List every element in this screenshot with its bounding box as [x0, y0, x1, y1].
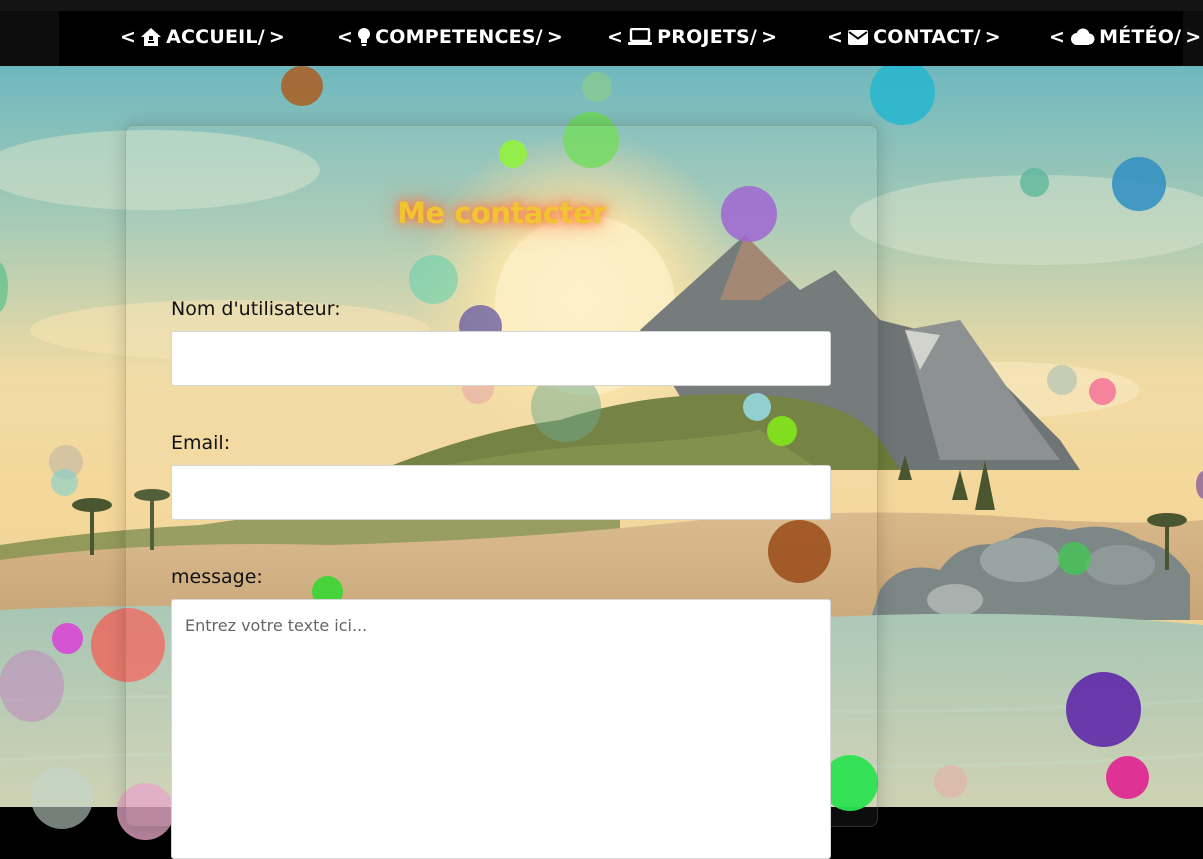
email-input[interactable]: [171, 465, 831, 520]
nav-open-bracket: <: [607, 26, 624, 48]
message-textarea[interactable]: [171, 599, 831, 859]
laptop-icon: [627, 28, 653, 46]
form-title: Me contacter: [397, 196, 606, 230]
lightbulb-icon: [357, 27, 371, 47]
message-label: message:: [171, 566, 263, 588]
nav-item-projets[interactable]: < PROJETS/ >: [607, 23, 777, 51]
nav-item-contact[interactable]: < CONTACT/ >: [827, 23, 1001, 51]
nav-item-label: COMPETENCES/: [375, 26, 543, 48]
nav-item-label: PROJETS/: [657, 26, 758, 48]
nav-open-bracket: <: [1049, 26, 1066, 48]
home-icon: [140, 27, 162, 47]
nav-bar: < ACCUEIL/ > < COMPETENCES/ > < PROJETS/…: [59, 11, 1201, 66]
nav-close-bracket: >: [1185, 26, 1202, 48]
nav-open-bracket: <: [337, 26, 354, 48]
username-input[interactable]: [171, 331, 831, 386]
nav-item-label: MÉTÉO/: [1099, 26, 1182, 48]
nav-item-label: CONTACT/: [873, 26, 981, 48]
email-label: Email:: [171, 432, 231, 454]
top-navigation: < ACCUEIL/ > < COMPETENCES/ > < PROJETS/…: [0, 0, 1203, 66]
nav-close-bracket: >: [984, 26, 1001, 48]
nav-item-competences[interactable]: < COMPETENCES/ >: [337, 23, 563, 51]
nav-open-bracket: <: [827, 26, 844, 48]
nav-item-accueil[interactable]: < ACCUEIL/ >: [120, 23, 285, 51]
cloud-icon: [1069, 28, 1095, 46]
nav-close-bracket: >: [546, 26, 563, 48]
nav-top-strip: [0, 0, 1203, 11]
nav-item-label: ACCUEIL/: [166, 26, 265, 48]
username-label: Nom d'utilisateur:: [171, 298, 341, 320]
nav-item-meteo[interactable]: < MÉTÉO/ >: [1049, 23, 1201, 51]
envelope-icon: [847, 29, 869, 46]
nav-close-bracket: >: [761, 26, 778, 48]
contact-form: Me contacter Nom d'utilisateur: Email: m…: [125, 125, 878, 859]
nav-open-bracket: <: [120, 26, 137, 48]
nav-close-bracket: >: [268, 26, 285, 48]
